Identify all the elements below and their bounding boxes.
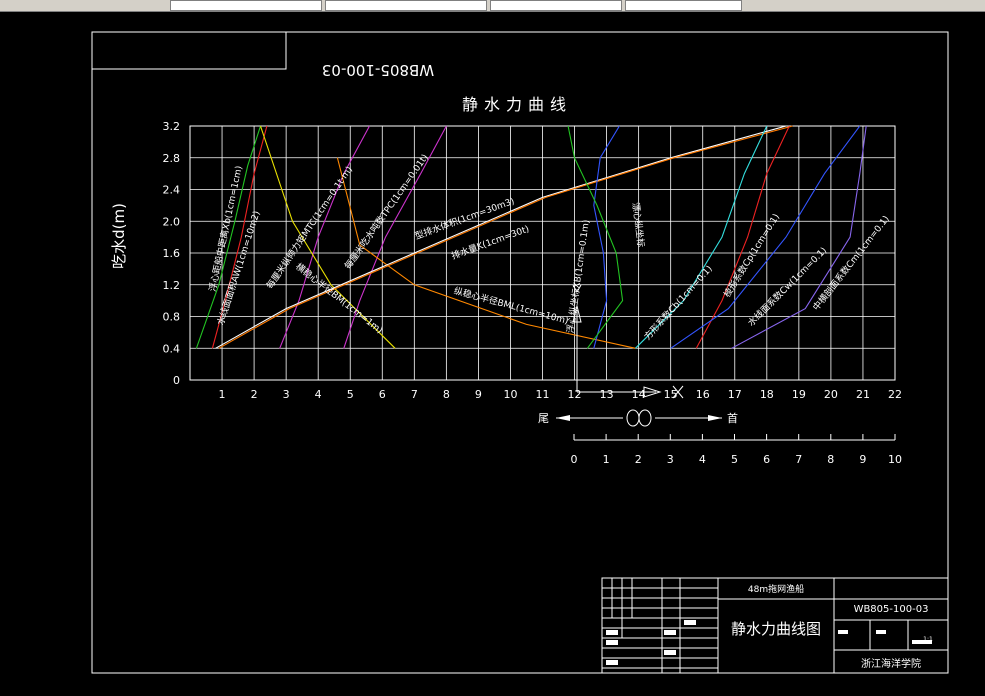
x-tick-label: 7 bbox=[411, 388, 418, 401]
x-tick-label: 5 bbox=[347, 388, 354, 401]
y-tick-label: 0 bbox=[173, 374, 180, 387]
y-tick-label: 1.2 bbox=[163, 279, 181, 292]
chart-title: 静水力曲线 bbox=[462, 95, 572, 114]
y-tick-labels: 0 0.4 0.8 1.2 1.6 2.0 2.4 2.8 3.2 bbox=[163, 120, 181, 387]
x-tick-label: 20 bbox=[824, 388, 838, 401]
scale-tick-label: 6 bbox=[763, 453, 770, 466]
toolbar bbox=[0, 0, 985, 12]
y-tick-label: 1.6 bbox=[163, 247, 181, 260]
curve-labels: 浮心距船中距离Xb(1cm=1cm)水线面面积AW(1cm=10m2) 每厘米纵倾… bbox=[206, 152, 891, 343]
toolbar-lineweight-combo[interactable] bbox=[625, 0, 742, 11]
scale-tick-label: 7 bbox=[795, 453, 802, 466]
x-tick-label: 10 bbox=[503, 388, 517, 401]
curve-label: 漂心纵坐标 bbox=[630, 202, 647, 248]
y-tick-label: 0.4 bbox=[163, 342, 181, 355]
x-tick-label: 8 bbox=[443, 388, 450, 401]
scale-tick-label: 9 bbox=[859, 453, 866, 466]
series-line bbox=[695, 125, 790, 349]
y-tick-label: 2.8 bbox=[163, 152, 181, 165]
x-tick-label: 19 bbox=[792, 388, 806, 401]
x-tick-labels: 1 2 3 4 5 6 7 8 9 10 11 12 13 14 15 16 17 18 19 20 21 22 bbox=[219, 388, 902, 401]
x-tick-label: 4 bbox=[315, 388, 322, 401]
y-tick-label: 3.2 bbox=[163, 120, 181, 133]
x-tick-label: 13 bbox=[600, 388, 614, 401]
curve-label: 排水量K(1cm=30t) bbox=[450, 223, 531, 262]
curve-label: 纵稳心半径BML(1cm=10m) bbox=[453, 285, 570, 327]
y-tick-label: 2.0 bbox=[163, 215, 181, 228]
scale-tick-label: 4 bbox=[699, 453, 706, 466]
toolbar-color-combo[interactable] bbox=[325, 0, 487, 11]
bow-label: 首 bbox=[727, 411, 738, 425]
curve-label: 方形系数Cb(1cm=0.1) bbox=[641, 263, 714, 343]
x-tick-label: 21 bbox=[856, 388, 870, 401]
sheet-frame bbox=[91, 31, 949, 674]
x-tick-label: 12 bbox=[568, 388, 582, 401]
ship-name: 48m拖网渔船 bbox=[748, 583, 804, 595]
scale-tick-label: 5 bbox=[731, 453, 738, 466]
x-tick-label: 16 bbox=[696, 388, 710, 401]
y-tick-label: 0.8 bbox=[163, 311, 181, 324]
scale-tick-label: 0 bbox=[571, 453, 578, 466]
x-tick-label: 17 bbox=[728, 388, 742, 401]
x-tick-label: 22 bbox=[888, 388, 902, 401]
drawing-number: WB805-100-03 bbox=[854, 604, 929, 615]
toolbar-layer-combo[interactable] bbox=[170, 0, 322, 11]
scale-value: 1:1 bbox=[923, 636, 933, 643]
drawing-number-mirrored: WB805-100-03 bbox=[322, 61, 434, 79]
direction-indicator: 尾 首 bbox=[538, 409, 738, 427]
x-tick-label: 1 bbox=[219, 388, 226, 401]
drawing-canvas: WB805-100-03 静水力曲线 吃水d(m) 0 0.4 0.8 1.2 1.6 2… bbox=[91, 31, 949, 674]
institution: 浙江海洋学院 bbox=[861, 657, 921, 670]
stern-label: 尾 bbox=[538, 412, 549, 425]
scale-bar-bottom: 0 1 2 3 4 5 6 7 8 9 10 bbox=[571, 434, 902, 466]
x-tick-label: 9 bbox=[475, 388, 482, 401]
scale-tick-label: 1 bbox=[603, 453, 610, 466]
toolbar-linetype-combo[interactable] bbox=[490, 0, 622, 11]
scale-tick-label: 3 bbox=[667, 453, 674, 466]
y-axis-label: 吃水d(m) bbox=[110, 203, 128, 269]
drawing-number-box bbox=[91, 31, 287, 70]
x-tick-label: 3 bbox=[283, 388, 290, 401]
x-tick-label: 2 bbox=[251, 388, 258, 401]
x-tick-label: 18 bbox=[760, 388, 774, 401]
scale-tick-label: 8 bbox=[827, 453, 834, 466]
y-tick-label: 2.4 bbox=[163, 184, 181, 197]
drawing-title: 静水力曲线图 bbox=[731, 620, 821, 638]
x-tick-label: 6 bbox=[379, 388, 386, 401]
scale-tick-label: 2 bbox=[635, 453, 642, 466]
ucs-icon bbox=[572, 284, 684, 399]
x-tick-label: 11 bbox=[536, 388, 550, 401]
scale-tick-label: 10 bbox=[888, 453, 902, 466]
curve-label: 水线面系数Cw(1cm=0.1) bbox=[745, 245, 829, 329]
